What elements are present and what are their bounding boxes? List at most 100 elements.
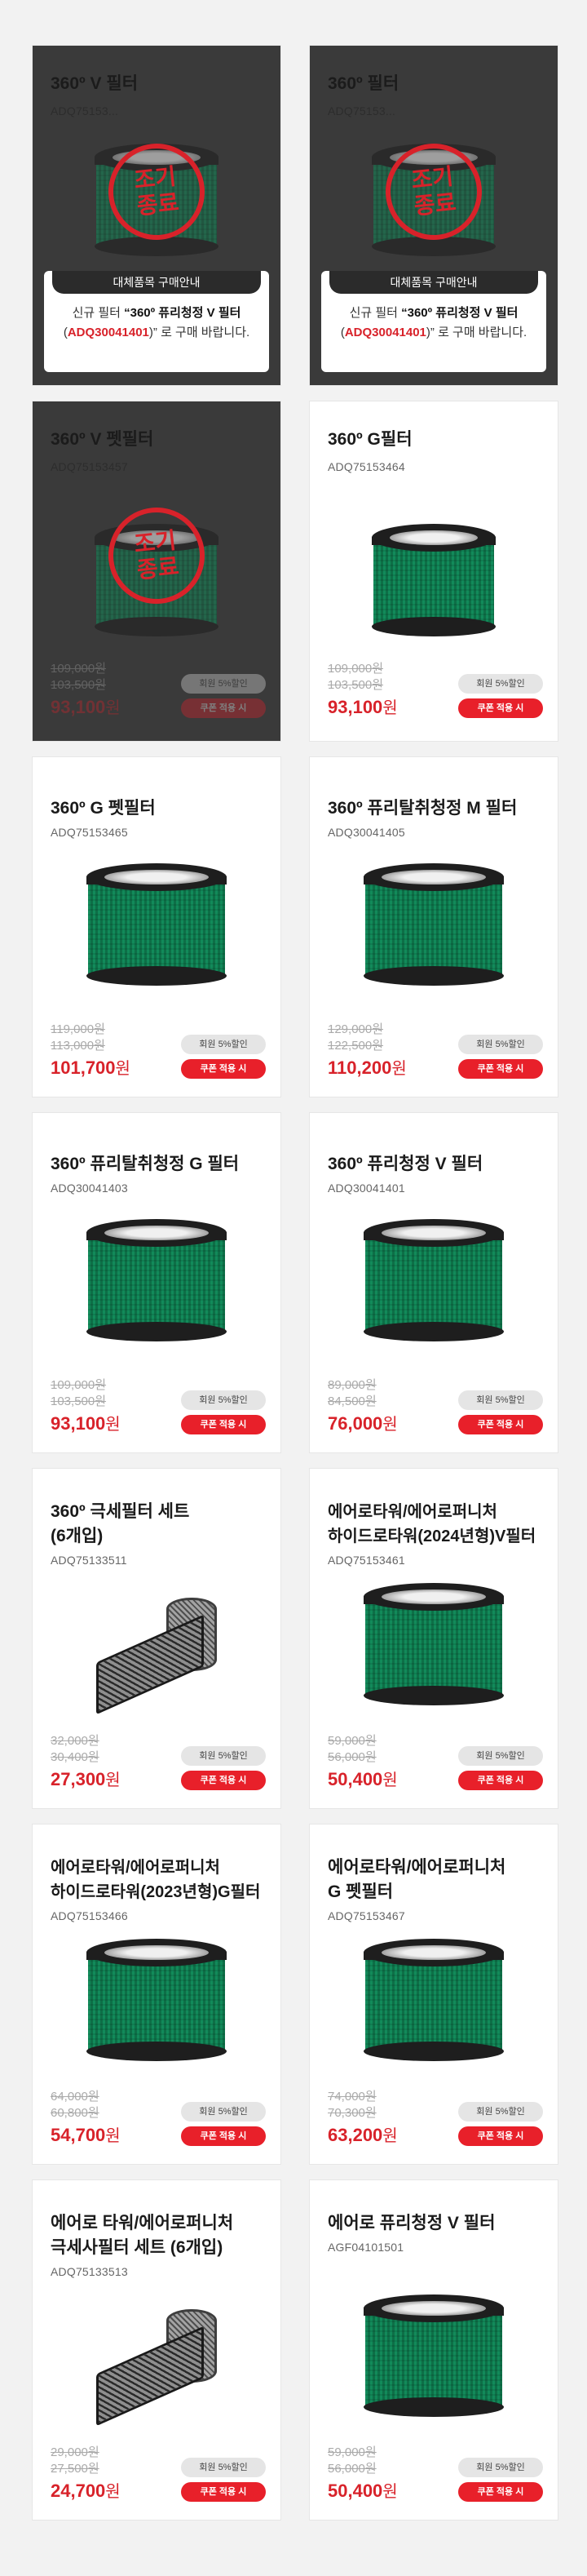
discount-badges: 회원 5%할인 쿠폰 적용 시 [458,2102,543,2146]
filter-image [364,2294,504,2417]
product-code: ADQ75153... [51,104,119,117]
replacement-notice: 대체품목 구매안내 신규 필터 “360º 퓨리청정 V 필터 (ADQ30041… [44,271,269,372]
coupon-badge: 쿠폰 적용 시 [458,1415,543,1434]
product-card[interactable]: 에어로 타워/에어로퍼니처 극세사필터 세트 (6개입) ADQ75133513… [33,2180,280,2520]
replacement-heading: 대체품목 구매안내 [52,271,261,294]
sale-price: 93,100원 [328,697,398,717]
price-block: 109,000원 103,500원 93,100원 [328,661,398,720]
member-discount-badge: 회원 5%할인 [181,674,266,694]
price-block: 32,000원 30,400원 27,300원 [51,1733,121,1793]
product-card[interactable]: 에어로타워/에어로퍼니처 G 펫필터 ADQ75153467 74,000원 7… [310,1824,558,2164]
coupon-badge: 쿠폰 적용 시 [181,1059,266,1079]
member-price: 27,500원 [51,2462,99,2476]
coupon-badge: 쿠폰 적용 시 [181,1415,266,1434]
coupon-badge: 쿠폰 적용 시 [181,2126,266,2146]
product-title: 360º V 펫필터 [51,430,154,449]
product-code: ADQ75153464 [328,460,405,473]
product-code: ADQ75153467 [328,1909,405,1922]
coupon-badge: 쿠폰 적용 시 [181,698,266,718]
member-price: 122,500원 [328,1039,384,1053]
member-discount-badge: 회원 5%할인 [458,2102,543,2122]
product-code: ADQ30041401 [328,1182,405,1195]
coupon-badge: 쿠폰 적용 시 [458,2482,543,2502]
list-price: 29,000원 [51,2445,99,2459]
product-card[interactable]: 360º 퓨리탈취청정 G 필터 ADQ30041403 109,000원 10… [33,1113,280,1452]
filter-image [86,1939,227,2061]
price-block: 59,000원 56,000원 50,400원 [328,2445,398,2504]
price-block: 89,000원 84,500원 76,000원 [328,1377,398,1437]
member-price: 103,500원 [51,678,107,692]
sale-price: 76,000원 [328,1413,398,1434]
product-card[interactable]: 에어로타워/에어로퍼니처 하이드로타워(2023년형)G필터 ADQ751534… [33,1824,280,2164]
price-block: 109,000원 103,500원 93,100원 [51,661,121,720]
list-price: 59,000원 [328,2445,377,2459]
price-block: 129,000원 122,500원 110,200원 [328,1022,407,1081]
filter-image [372,524,496,636]
product-title: 360º 필터 [328,74,399,93]
coupon-badge: 쿠폰 적용 시 [458,698,543,718]
replacement-code-link[interactable]: ADQ30041401 [345,326,426,339]
member-price: 84,500원 [328,1394,377,1408]
list-price: 109,000원 [328,662,384,676]
product-title: 360º G필터 [328,430,413,449]
sale-price: 63,200원 [328,2125,398,2145]
discount-badges: 회원 5%할인 쿠폰 적용 시 [458,1390,543,1434]
product-title: 에어로 퓨리청정 V 필터 [328,2214,496,2232]
product-title: 에어로 타워/에어로퍼니처 극세사필터 세트 (6개입) [51,2214,234,2257]
product-title: 360º 퓨리청정 V 필터 [328,1155,483,1173]
coupon-badge: 쿠폰 적용 시 [458,1771,543,1790]
product-code: ADQ75153466 [51,1909,128,1922]
replacement-heading: 대체품목 구매안내 [329,271,538,294]
product-title: 360º G 펫필터 [51,799,156,818]
member-price: 60,800원 [51,2106,99,2120]
list-price: 32,000원 [51,1734,99,1748]
member-price: 103,500원 [328,678,384,692]
product-card-discontinued[interactable]: 360º V 펫필터 ADQ75153457 조기 종료 109,000원 103… [33,401,280,741]
product-card[interactable]: 360º G 펫필터 ADQ75153465 119,000원 113,000원… [33,757,280,1097]
replacement-code-link[interactable]: ADQ30041401 [68,326,149,339]
sale-price: 93,100원 [51,697,121,717]
product-card[interactable]: 360º 퓨리탈취청정 M 필터 ADQ30041405 129,000원 12… [310,757,558,1097]
sale-price: 101,700원 [51,1057,130,1078]
product-card[interactable]: 360º G필터 ADQ75153464 109,000원 103,500원 9… [310,401,558,741]
product-card-discontinued[interactable]: 360º V 필터 ADQ75153... 조기 종료 대체품목 구매안내 신규 … [33,46,280,385]
filter-image [86,863,227,986]
member-discount-badge: 회원 5%할인 [458,1746,543,1766]
member-discount-badge: 회원 5%할인 [181,2102,266,2122]
member-price: 103,500원 [51,1394,107,1408]
list-price: 109,000원 [51,662,107,676]
discount-badges: 회원 5%할인 쿠폰 적용 시 [181,1390,266,1434]
product-card-discontinued[interactable]: 360º 필터 ADQ75153... 조기 종료 대체품목 구매안내 신규 필터… [310,46,558,385]
coupon-badge: 쿠폰 적용 시 [458,1059,543,1079]
sale-price: 54,700원 [51,2125,121,2145]
list-price: 89,000원 [328,1378,377,1392]
product-card[interactable]: 360º 퓨리청정 V 필터 ADQ30041401 89,000원 84,50… [310,1113,558,1452]
product-card[interactable]: 에어로타워/에어로퍼니처 하이드로타워(2024년형)V필터 ADQ751534… [310,1469,558,1808]
discount-badges: 회원 5%할인 쿠폰 적용 시 [181,2102,266,2146]
member-discount-badge: 회원 5%할인 [181,1390,266,1410]
product-code: ADQ75153465 [51,826,128,839]
member-discount-badge: 회원 5%할인 [181,1035,266,1054]
member-discount-badge: 회원 5%할인 [458,1035,543,1054]
product-grid: 360º V 필터 ADQ75153... 조기 종료 대체품목 구매안내 신규 … [0,0,587,2576]
replacement-message: 신규 필터 “360º 퓨리청정 V 필터 (ADQ30041401)” 로 구매… [63,306,250,339]
price-block: 29,000원 27,500원 24,700원 [51,2445,121,2504]
member-discount-badge: 회원 5%할인 [458,674,543,694]
price-block: 64,000원 60,800원 54,700원 [51,2089,121,2148]
product-code: ADQ75133511 [51,1554,127,1567]
sale-price: 93,100원 [51,1413,121,1434]
member-discount-badge: 회원 5%할인 [458,2458,543,2477]
filter-image [364,1219,504,1341]
sale-price: 24,700원 [51,2481,121,2501]
filter-image [86,1219,227,1341]
discount-badges: 회원 5%할인 쿠폰 적용 시 [181,674,266,718]
product-card[interactable]: 360º 극세필터 세트 (6개입) ADQ75133511 32,000원 3… [33,1469,280,1808]
product-code: ADQ75153457 [51,460,128,473]
sale-price: 50,400원 [328,2481,398,2501]
price-block: 119,000원 113,000원 101,700원 [51,1022,130,1081]
member-price: 30,400원 [51,1750,99,1764]
discount-badges: 회원 5%할인 쿠폰 적용 시 [181,1035,266,1079]
product-card[interactable]: 에어로 퓨리청정 V 필터 AGF04101501 59,000원 56,000… [310,2180,558,2520]
replacement-message: 신규 필터 “360º 퓨리청정 V 필터 (ADQ30041401)” 로 구매… [340,306,527,339]
member-price: 56,000원 [328,1750,377,1764]
